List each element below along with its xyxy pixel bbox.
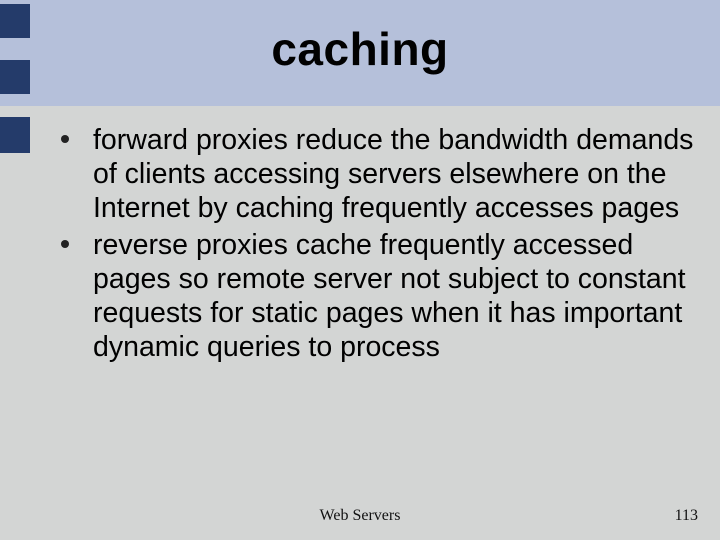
slide-title: caching: [0, 22, 720, 76]
bullet-item: reverse proxies cache frequently accesse…: [55, 228, 695, 365]
side-block-1: [0, 4, 30, 38]
bullet-item: forward proxies reduce the bandwidth dem…: [55, 123, 695, 226]
body-text: forward proxies reduce the bandwidth dem…: [55, 123, 695, 366]
footer-center: Web Servers: [0, 507, 720, 525]
side-block-3: [0, 117, 30, 153]
page-number: 113: [675, 507, 698, 525]
slide: caching forward proxies reduce the bandw…: [0, 0, 720, 540]
side-block-2: [0, 60, 30, 94]
